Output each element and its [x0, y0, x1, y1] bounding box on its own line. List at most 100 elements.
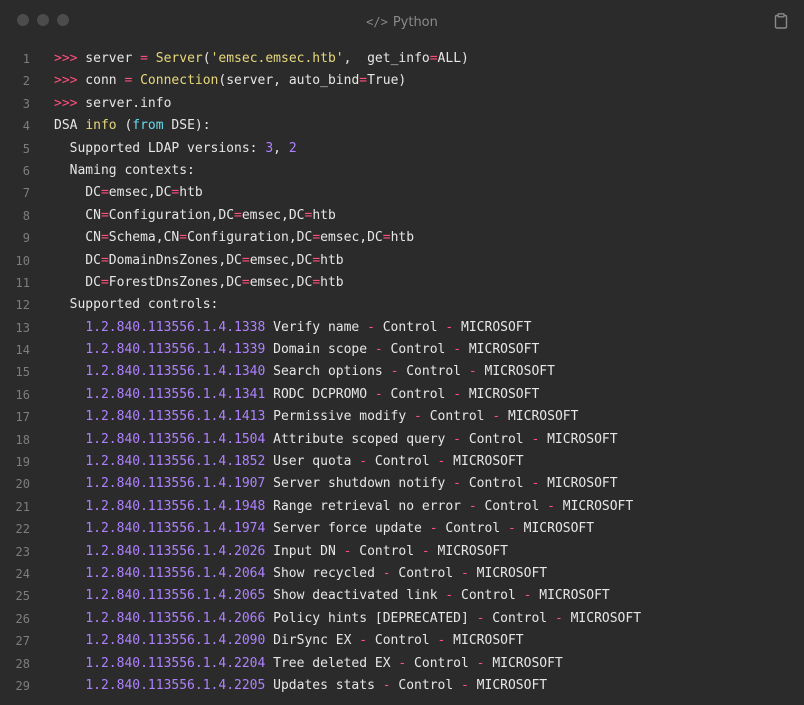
code-token: User quota [265, 454, 360, 470]
code-token: Control [476, 498, 548, 514]
code-token: Control [406, 655, 477, 671]
line-number: 29 [15, 678, 30, 693]
line-number: 16 [15, 387, 30, 402]
line-source: 1.2.840.113556.1.4.1504 Attribute scoped… [30, 429, 617, 451]
code-token: Control [484, 610, 555, 626]
line-source: 1.2.840.113556.1.4.1907 Server shutdown … [30, 473, 618, 495]
code-token: CN [54, 207, 101, 223]
code-token: emsec,DC [320, 230, 383, 246]
line-number: 1 [22, 52, 30, 66]
code-token: - [374, 386, 383, 402]
code-token: MICROSOFT [554, 498, 634, 514]
code-token: from [132, 118, 164, 134]
code-token: MICROSOFT [468, 565, 548, 581]
line-source: 1.2.840.113556.1.4.1852 User quota - Con… [30, 451, 523, 473]
line-source: 1.2.840.113556.1.4.1340 Search options -… [30, 361, 555, 383]
code-line: 22 1.2.840.113556.1.4.1974 Server force … [0, 518, 804, 540]
code-line: 26 1.2.840.113556.1.4.2066 Policy hints … [0, 608, 804, 630]
code-token: 1.2.840.113556.1.4.2065 [85, 588, 266, 604]
code-token: DC [54, 252, 101, 268]
line-source: 1.2.840.113556.1.4.2205 Updates stats - … [30, 675, 547, 697]
copy-icon[interactable] [774, 13, 788, 29]
code-token: emsec,DC [249, 252, 313, 268]
line-source: 1.2.840.113556.1.4.1413 Permissive modif… [30, 406, 578, 428]
line-number: 14 [15, 343, 30, 358]
code-token: = [140, 51, 148, 66]
code-line: 6 Naming contexts: [0, 160, 804, 182]
code-token: - [382, 565, 391, 581]
line-number: 15 [15, 365, 30, 380]
code-window: </> Python 1 >>> server = Server('emsec.em… [0, 0, 804, 705]
line-number: 25 [15, 589, 30, 604]
code-token: MICROSOFT [445, 633, 524, 649]
code-token: - [414, 409, 422, 425]
code-token: htb [320, 274, 344, 290]
code-token: Control [390, 565, 462, 581]
line-number: 20 [15, 477, 30, 492]
code-token: = [179, 230, 188, 246]
code-token: >>> [54, 73, 78, 89]
code-token: = [429, 51, 438, 66]
code-token: MICROSOFT [515, 521, 595, 537]
line-number: 3 [22, 96, 30, 111]
line-source: 1.2.840.113556.1.4.1948 Range retrieval … [30, 496, 633, 518]
code-token: CN [54, 230, 101, 246]
line-source: DC=emsec,DC=htb [30, 182, 202, 204]
code-token: - [547, 498, 555, 514]
code-token: - [492, 409, 501, 425]
code-line: 19 1.2.840.113556.1.4.1852 User quota - … [0, 451, 804, 473]
code-line: 10 DC=DomainDnsZones,DC=emsec,DC=htb [0, 250, 804, 272]
code-token: MICROSOFT [429, 543, 508, 559]
code-line: 5 Supported LDAP versions: 3, 2 [0, 138, 804, 160]
line-source: 1.2.840.113556.1.4.1339 Domain scope - C… [30, 339, 539, 361]
code-line: 16 1.2.840.113556.1.4.1341 RODC DCPROMO … [0, 384, 804, 406]
line-number: 27 [15, 634, 30, 649]
code-token: - [367, 319, 375, 335]
line-number: 4 [22, 119, 30, 134]
code-line: 27 1.2.840.113556.1.4.2090 DirSync EX - … [0, 630, 804, 652]
line-source: DC=ForestDnsZones,DC=emsec,DC=htb [30, 272, 344, 294]
code-token: Control [351, 543, 422, 559]
code-token: htb [320, 252, 344, 268]
code-token: True) [367, 73, 407, 89]
line-number: 6 [22, 163, 30, 178]
code-token: = [100, 230, 109, 246]
code-token: ( [116, 118, 133, 134]
code-line: 28 1.2.840.113556.1.4.2204 Tree deleted … [0, 653, 804, 675]
line-number: 21 [15, 499, 30, 514]
code-token: Input DN [265, 543, 344, 559]
line-source: DC=DomainDnsZones,DC=emsec,DC=htb [30, 250, 344, 272]
code-token: 1.2.840.113556.1.4.1974 [85, 521, 266, 537]
code-token: Schema,CN [108, 230, 180, 246]
code-token: emsec,DC [249, 274, 313, 290]
line-source: DSA info (from DSE): [30, 115, 211, 137]
code-token: MICROSOFT [539, 476, 618, 492]
line-source: >>> server.info [30, 93, 171, 115]
code-token: MICROSOFT [484, 655, 563, 671]
code-token: = [100, 252, 109, 268]
line-number: 24 [15, 566, 30, 581]
code-token: Control [437, 521, 508, 537]
code-token: Control [398, 364, 469, 380]
code-line: 2 >>> conn = Connection(server, auto_bind… [0, 70, 804, 92]
code-token: Connection [140, 73, 219, 89]
code-token: - [421, 543, 430, 559]
code-token: = [312, 252, 321, 268]
code-token: = [312, 230, 321, 246]
line-number: 13 [15, 320, 30, 335]
code-token: Attribute scoped query [265, 431, 454, 447]
line-number: 10 [15, 253, 30, 268]
code-token: 1.2.840.113556.1.4.2090 [85, 633, 266, 649]
code-token: MICROSOFT [500, 409, 579, 425]
code-token: Supported LDAP versions: [54, 140, 266, 156]
